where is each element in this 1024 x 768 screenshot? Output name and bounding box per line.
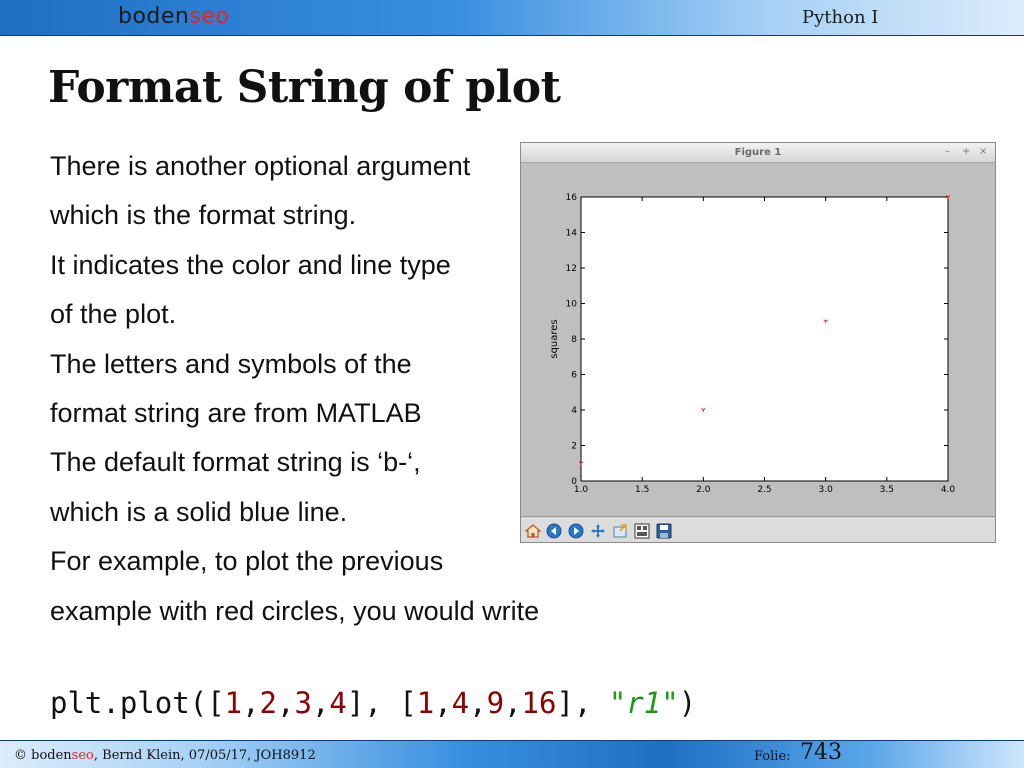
code-y-value: 1 (416, 686, 435, 720)
x-tick-label: 3.0 (819, 485, 834, 495)
y-tick-label: 4 (571, 406, 577, 416)
logo-suffix: seo (189, 4, 230, 29)
y-tick-label: 16 (566, 193, 578, 203)
code-prefix: plt.plot([ (50, 686, 225, 720)
footer-copyright-prefix: © boden (14, 748, 72, 763)
figure-titlebar[interactable]: Figure 1 – + × (521, 143, 995, 163)
code-separator: , (573, 686, 609, 720)
home-icon[interactable] (524, 522, 542, 540)
figure-toolbar (521, 518, 995, 542)
code-middle: ], [ (346, 686, 417, 720)
zoom-icon[interactable] (611, 522, 629, 540)
y-axis-label: squares (549, 319, 560, 358)
close-button[interactable]: × (979, 146, 987, 157)
y-tick-label: 2 (571, 442, 577, 452)
bodenseo-logo: bodenseo (118, 4, 229, 29)
pan-icon[interactable] (589, 522, 607, 540)
back-icon[interactable] (545, 522, 563, 540)
plot-area (580, 196, 949, 482)
y-tick-label: 0 (571, 477, 577, 487)
y-tick-label: 6 (571, 371, 577, 381)
footer-page-number: 743 (800, 740, 842, 765)
x-tick-label: 2.5 (757, 485, 771, 495)
code-x-value: 3 (294, 686, 312, 720)
footer-copyright-seo: seo (71, 748, 94, 763)
y-tick-label: 10 (566, 300, 578, 310)
code-example: plt.plot([1,2,3,4], [1,4,9,16], "r1") (50, 686, 697, 720)
slide-header: bodenseo Python I (0, 0, 1024, 36)
slide-footer: © bodenseo, Bernd Klein, 07/05/17, JOH89… (0, 740, 1024, 768)
code-y-value: 16 (521, 686, 557, 720)
footer-copyright-rest: , Bernd Klein, 07/05/17, JOH8912 (93, 748, 316, 763)
body-line: For example, to plot the previous (50, 546, 444, 577)
y-tick-label: 14 (566, 229, 578, 239)
code-format-string: r1 (626, 686, 662, 720)
body-line: example with red circles, you would writ… (50, 595, 540, 626)
maximize-button[interactable]: + (962, 146, 970, 157)
figure-canvas[interactable]: 1.0 1.5 2.0 2.5 3.0 3.5 4.0 0 2 4 6 8 10 12 14 16 square… (521, 163, 995, 517)
code-x-value: 2 (259, 686, 278, 720)
code-y-value: 9 (486, 686, 505, 720)
x-tick-label: 1.5 (635, 485, 649, 495)
footer-folie-label: Folie: (754, 749, 791, 764)
code-y-value: 4 (451, 686, 470, 720)
code-suffix: ) (678, 686, 697, 720)
slide-title: Format String of plot (48, 62, 561, 113)
x-tick-label: 3.5 (880, 485, 894, 495)
minimize-button[interactable]: – (945, 146, 950, 157)
course-title: Python I (802, 7, 879, 28)
x-tick-label: 2.0 (696, 485, 711, 495)
y-tick-label: 12 (566, 264, 577, 274)
subplots-icon[interactable] (633, 522, 651, 540)
x-tick-label: 4.0 (941, 485, 956, 495)
code-x-value: 1 (224, 686, 243, 720)
scatter-plot: 1.0 1.5 2.0 2.5 3.0 3.5 4.00246810121416square… (549, 193, 956, 495)
y-tick-label: 8 (571, 335, 577, 345)
footer-copyright: © bodenseo, Bernd Klein, 07/05/17, JOH89… (14, 748, 316, 763)
save-icon[interactable] (655, 522, 673, 540)
figure-window[interactable]: Figure 1 – + × 1.0 1.5 2.0 2.5 3.0 3.5 4.0 0 2 4 6… (520, 142, 996, 543)
figure-title: Figure 1 (734, 147, 782, 158)
logo-prefix: boden (118, 4, 190, 29)
forward-icon[interactable] (567, 522, 585, 540)
code-x-value: 4 (329, 686, 347, 720)
